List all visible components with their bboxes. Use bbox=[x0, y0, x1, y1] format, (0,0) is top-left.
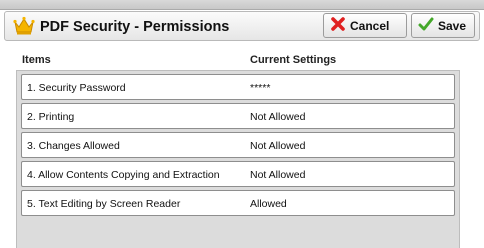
row-item-label: 1. Security Password bbox=[27, 82, 126, 94]
header-items: Items bbox=[22, 54, 51, 66]
checkmark-icon bbox=[418, 16, 438, 35]
table-header: Items Current Settings bbox=[18, 50, 458, 66]
save-button[interactable]: Save bbox=[411, 13, 475, 38]
crown-icon bbox=[13, 16, 35, 36]
top-strip bbox=[0, 0, 484, 10]
row-value: Allowed bbox=[250, 198, 287, 210]
row-value: ***** bbox=[250, 82, 271, 94]
row-security-password[interactable]: 1. Security Password ***** bbox=[21, 74, 455, 100]
settings-panel: 1. Security Password ***** 2. Printing N… bbox=[16, 70, 460, 248]
cancel-label: Cancel bbox=[350, 18, 390, 33]
row-printing[interactable]: 2. Printing Not Allowed bbox=[21, 103, 455, 129]
save-label: Save bbox=[438, 18, 467, 33]
row-item-label: 4. Allow Contents Copying and Extraction bbox=[27, 169, 220, 181]
row-value: Not Allowed bbox=[250, 140, 306, 152]
row-item-label: 3. Changes Allowed bbox=[27, 140, 120, 152]
row-item-label: 2. Printing bbox=[27, 111, 75, 123]
cancel-button[interactable]: Cancel bbox=[323, 13, 407, 38]
title-bar: PDF Security - Permissions Cancel Save bbox=[4, 11, 480, 41]
row-text-editing-screen-reader[interactable]: 5. Text Editing by Screen Reader Allowed bbox=[21, 190, 455, 216]
row-changes-allowed[interactable]: 3. Changes Allowed Not Allowed bbox=[21, 132, 455, 158]
row-value: Not Allowed bbox=[250, 169, 306, 181]
row-allow-contents-copying[interactable]: 4. Allow Contents Copying and Extraction… bbox=[21, 161, 455, 187]
page-title: PDF Security - Permissions bbox=[40, 19, 230, 35]
row-item-label: 5. Text Editing by Screen Reader bbox=[27, 198, 181, 210]
row-value: Not Allowed bbox=[250, 111, 306, 123]
cancel-icon bbox=[330, 16, 350, 35]
header-current-settings: Current Settings bbox=[250, 54, 337, 66]
